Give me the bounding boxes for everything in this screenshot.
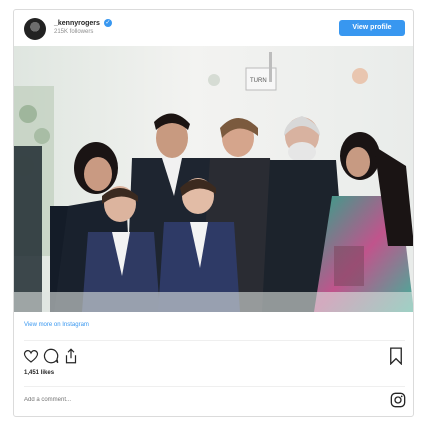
- share-icon[interactable]: [62, 347, 80, 365]
- comment-icon[interactable]: [42, 347, 60, 365]
- post-header: _kennyrogers ✓ 215K followers View profi…: [14, 10, 413, 46]
- divider: [24, 340, 405, 341]
- family-photo: TURN: [14, 46, 413, 312]
- divider: [24, 386, 405, 387]
- post-photo[interactable]: TURN: [14, 46, 413, 312]
- comment-input[interactable]: [24, 394, 364, 406]
- verified-badge-icon: ✓: [103, 19, 112, 27]
- heart-icon[interactable]: [22, 347, 40, 365]
- photo-sign-text: TURN: [250, 78, 267, 84]
- avatar[interactable]: [24, 18, 46, 40]
- username[interactable]: _kennyrogers: [54, 20, 100, 27]
- view-profile-button[interactable]: View profile: [339, 20, 405, 36]
- view-more-link[interactable]: View more on Instagram: [24, 322, 89, 328]
- bookmark-icon[interactable]: [389, 347, 403, 365]
- like-count: 1,451 likes: [24, 370, 55, 376]
- instagram-embed: _kennyrogers ✓ 215K followers View profi…: [13, 9, 414, 417]
- username-line[interactable]: _kennyrogers ✓: [54, 19, 112, 27]
- follower-count: 215K followers: [54, 29, 94, 35]
- instagram-logo-icon[interactable]: [390, 392, 406, 408]
